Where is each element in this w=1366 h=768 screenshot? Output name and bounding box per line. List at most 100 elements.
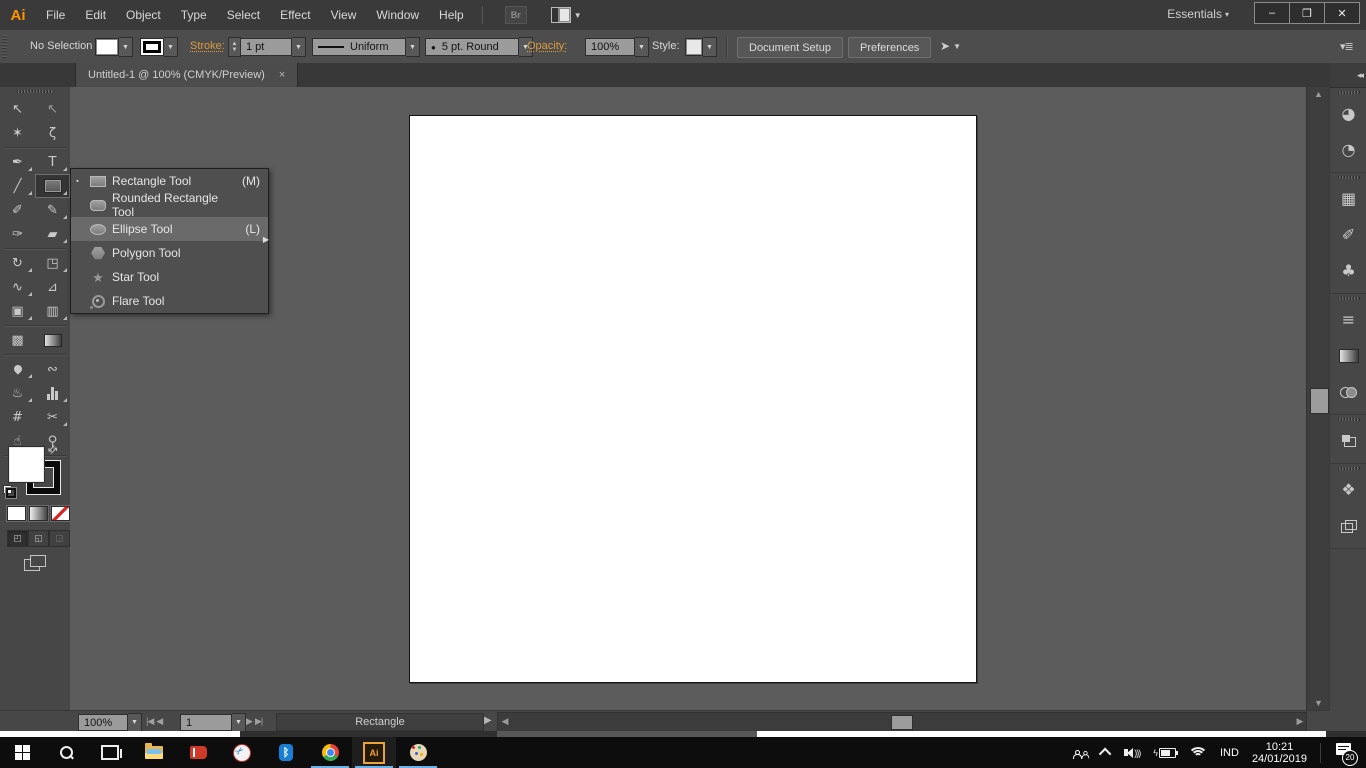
transparency-button[interactable] [1330,374,1366,410]
vertical-scrollbar-thumb[interactable] [1310,388,1329,414]
gradient-tool[interactable] [35,328,70,352]
symbols-button[interactable]: ♣ [1330,253,1366,289]
volume-icon[interactable]: ))) [1124,748,1140,758]
close-button[interactable]: ✕ [1324,2,1360,24]
dictionary-app-button[interactable] [176,737,220,768]
zoom-level-field[interactable]: 100% [78,714,128,731]
artboards-button[interactable] [1330,508,1366,544]
swatches-button[interactable]: ▦ [1330,181,1366,217]
vertical-scrollbar[interactable]: ▲ ▼ [1306,87,1330,710]
menu-window[interactable]: Window [366,0,429,30]
style-swatch-icon[interactable] [685,38,703,56]
scroll-left-icon[interactable]: ◀ [498,713,512,730]
symbol-sprayer-tool[interactable]: ♨ [0,381,35,405]
brush-definition-control[interactable]: ● 5 pt. Round ▼ [425,37,533,57]
slice-tool[interactable]: ✂ [35,405,70,429]
color-button[interactable] [7,506,26,521]
arrange-documents-icon[interactable] [551,7,571,23]
flyout-item-flare-tool[interactable]: Flare Tool [71,289,268,313]
panel-group-grip[interactable] [1338,418,1360,421]
menu-object[interactable]: Object [116,0,171,30]
variable-width-profile-control[interactable]: Uniform ▼ [312,37,420,57]
menu-type[interactable]: Type [171,0,217,30]
stroke-color-control[interactable]: ▼ [140,37,178,57]
stroke-swatch-icon[interactable] [140,38,164,56]
taskbar-search-button[interactable] [44,737,88,768]
perspective-grid-tool[interactable]: ▥ [35,299,70,323]
paint-app-button[interactable] [396,737,440,768]
style-control[interactable]: ▼ [685,37,717,57]
width-profile-dropdown-icon[interactable]: ▼ [406,37,420,57]
artboard[interactable] [409,115,977,683]
pencil-tool[interactable]: ✎ [35,198,70,222]
selection-tool[interactable]: ↖ [0,97,35,121]
tab-close-icon[interactable]: × [279,69,285,81]
opacity-dropdown-icon[interactable]: ▼ [635,37,649,57]
pointer-options-control[interactable]: ➤ ▼ [940,39,961,53]
magic-wand-tool[interactable]: ✶ [0,121,35,145]
gradient-button[interactable] [29,506,48,521]
pointer-options-caret-icon[interactable]: ▼ [953,42,961,51]
draw-inside-button[interactable]: ◲ [49,530,70,547]
stroke-button[interactable]: ≡ [1330,302,1366,338]
layers-button[interactable]: ❖ [1330,472,1366,508]
restore-button[interactable]: ❐ [1289,2,1325,24]
scroll-down-icon[interactable]: ▼ [1307,696,1330,710]
chrome-button[interactable] [308,737,352,768]
none-button[interactable] [51,506,70,521]
next-artboard-button[interactable]: ▶ [246,716,252,727]
fill-swatch-icon[interactable] [95,38,119,56]
stepper-down-icon[interactable]: ▼ [232,47,238,53]
type-tool[interactable]: T [35,150,70,174]
eyedropper-tool[interactable] [0,357,35,381]
flyout-item-ellipse-tool[interactable]: Ellipse Tool(L) [71,217,268,241]
workspace-switcher[interactable]: Essentials ▾ [1167,7,1229,21]
opacity-control[interactable]: 100% ▼ [585,37,649,57]
control-panel-menu-icon[interactable]: ▾≣ [1340,40,1353,53]
shape-builder-tool[interactable]: ▣ [0,299,35,323]
flyout-tearoff-icon[interactable]: ▶ [263,235,269,244]
fill-color-control[interactable]: ▼ [95,37,133,57]
opacity-panel-link[interactable]: Opacity: [527,40,567,52]
default-fill-stroke-icon[interactable] [3,485,16,498]
paintbrush-tool[interactable]: ✐ [0,198,35,222]
flyout-item-rectangle-tool[interactable]: ▪Rectangle Tool(M) [71,169,268,193]
line-segment-tool[interactable]: ╱ [0,174,35,198]
arrange-documents-caret-icon[interactable]: ▼ [574,11,582,20]
flyout-item-star-tool[interactable]: ★Star Tool [71,265,268,289]
horizontal-scrollbar-thumb[interactable] [891,715,913,730]
zoom-dropdown-icon[interactable]: ▼ [128,713,142,732]
blob-brush-tool[interactable]: ✑ [0,222,35,246]
control-bar-grip[interactable] [2,35,7,58]
previous-artboard-button[interactable]: ◀ [156,716,162,727]
menu-effect[interactable]: Effect [270,0,320,30]
color-guide-button[interactable]: ◔ [1330,132,1366,168]
flyout-item-rounded-rectangle-tool[interactable]: Rounded Rectangle Tool [71,193,268,217]
rectangle-tool[interactable] [35,174,70,198]
tools-panel-grip[interactable] [17,90,53,93]
bridge-icon[interactable]: Br [505,6,527,24]
status-menu-icon[interactable]: ▶ [484,715,492,726]
draw-normal-button[interactable]: ◰ [7,530,28,547]
width-tool[interactable]: ∿ [0,275,35,299]
rotate-tool[interactable]: ↻ [0,251,35,275]
hidden-icons-chevron-icon[interactable] [1099,748,1112,761]
preferences-button[interactable]: Preferences [848,37,931,58]
blend-tool[interactable]: ∾ [35,357,70,381]
people-icon[interactable] [1073,747,1089,759]
stroke-weight-value[interactable]: 1 pt [240,38,292,56]
scroll-up-icon[interactable]: ▲ [1307,87,1330,101]
menu-view[interactable]: View [321,0,367,30]
scroll-right-icon[interactable]: ▶ [1293,713,1307,730]
start-button[interactable] [0,737,44,768]
task-view-button[interactable] [88,737,132,768]
capture-app-button[interactable] [220,737,264,768]
minimize-button[interactable]: – [1254,2,1290,24]
illustrator-taskbar-button[interactable]: Ai [352,737,396,768]
stroke-panel-link[interactable]: Stroke: [190,40,225,52]
horizontal-scrollbar[interactable]: ◀ ▶ [497,712,1308,733]
stroke-dropdown-icon[interactable]: ▼ [164,37,178,57]
first-artboard-button[interactable]: |◀ [146,716,153,727]
document-tab[interactable]: Untitled-1 @ 100% (CMYK/Preview) × [75,63,298,87]
fill-proxy-swatch[interactable] [9,447,44,482]
